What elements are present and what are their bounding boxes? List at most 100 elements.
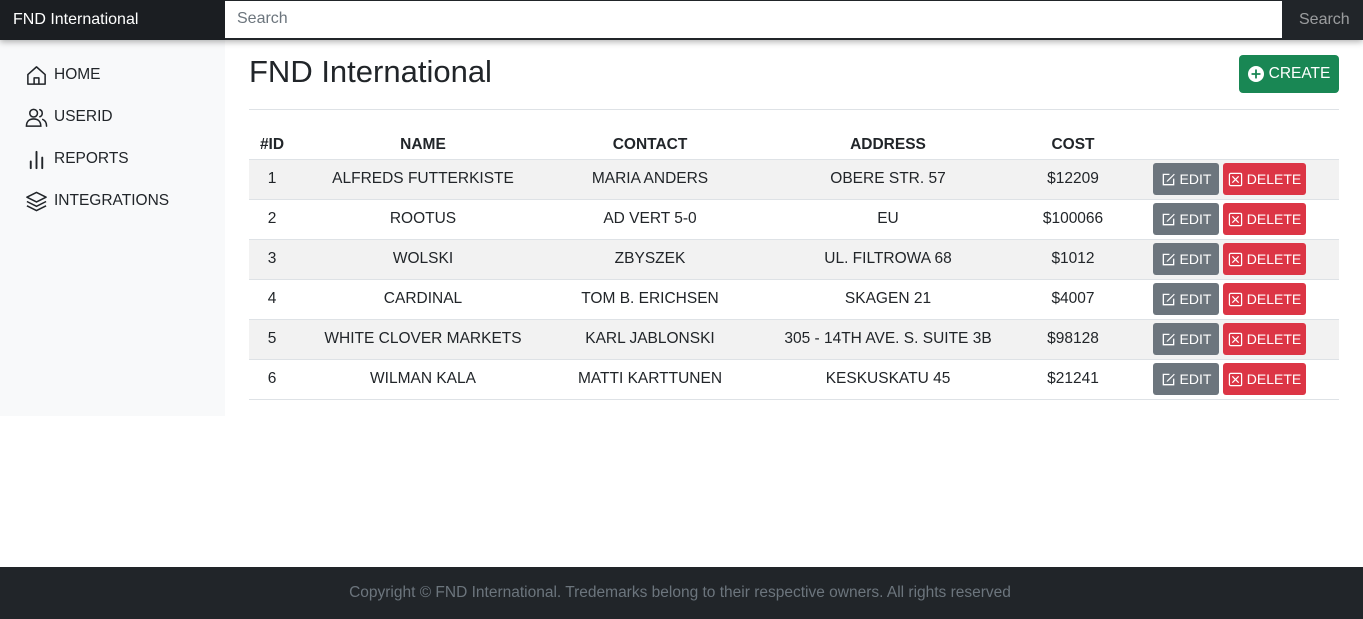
edit-button[interactable]: EDIT bbox=[1153, 163, 1219, 195]
home-icon bbox=[27, 65, 46, 85]
cell-name: WOLSKI bbox=[295, 238, 551, 279]
edit-button[interactable]: EDIT bbox=[1153, 363, 1219, 395]
page-header: FND International CREATE bbox=[249, 40, 1339, 110]
page-title: FND International bbox=[249, 53, 492, 89]
cell-id: 2 bbox=[249, 198, 295, 239]
table-header-row: #ID NAME CONTACT ADDRESS COST bbox=[249, 132, 1339, 159]
cell-id: 5 bbox=[249, 318, 295, 359]
delete-button[interactable]: DELETE bbox=[1223, 163, 1306, 195]
sidebar-item-label: REPORTS bbox=[54, 150, 129, 167]
table-row: 1 ALFREDS FUTTERKISTE MARIA ANDERS OBERE ST… bbox=[249, 158, 1339, 199]
edit-button-label: EDIT bbox=[1179, 371, 1212, 387]
header-actions bbox=[1119, 132, 1339, 159]
delete-button[interactable]: DELETE bbox=[1223, 363, 1306, 395]
search-button[interactable]: Search bbox=[1299, 11, 1350, 29]
row-actions: EDIT DELETE bbox=[1119, 323, 1339, 355]
cell-cost: $98128 bbox=[1027, 318, 1119, 359]
sidebar-item-label: INTEGRATIONS bbox=[54, 192, 170, 209]
edit-icon bbox=[1162, 253, 1175, 265]
cell-actions: EDIT DELETE bbox=[1119, 318, 1339, 359]
row-actions: EDIT DELETE bbox=[1119, 283, 1339, 315]
row-actions: EDIT DELETE bbox=[1119, 363, 1339, 395]
x-square-icon bbox=[1228, 332, 1242, 346]
header-cost: COST bbox=[1051, 136, 1095, 154]
delete-button-label: DELETE bbox=[1246, 171, 1302, 187]
edit-button-label: EDIT bbox=[1179, 251, 1212, 267]
cell-contact: KARL JABLONSKI bbox=[551, 318, 749, 359]
table-row: 3 WOLSKI ZBYSZEK UL. FILTROWA 68 $1012 EDIT DE… bbox=[249, 238, 1339, 279]
delete-button-label: DELETE bbox=[1246, 251, 1302, 267]
x-square-icon bbox=[1228, 212, 1242, 226]
x-square-icon bbox=[1228, 172, 1242, 186]
cell-address: UL. FILTROWA 68 bbox=[749, 238, 1027, 279]
table-row: 5 WHITE CLOVER MARKETS KARL JABLONSKI 305 -… bbox=[249, 318, 1339, 359]
table-row: 2 ROOTUS AD VERT 5-0 EU $100066 EDIT DELETE bbox=[249, 198, 1339, 239]
edit-button-label: EDIT bbox=[1179, 291, 1212, 307]
delete-button[interactable]: DELETE bbox=[1223, 243, 1306, 275]
create-button-label: CREATE bbox=[1268, 64, 1331, 82]
plus-circle-icon bbox=[1247, 65, 1264, 82]
cell-cost: $1012 bbox=[1027, 238, 1119, 279]
delete-button[interactable]: DELETE bbox=[1223, 323, 1306, 355]
search-input[interactable] bbox=[225, 0, 1282, 38]
cell-actions: EDIT DELETE bbox=[1119, 198, 1339, 239]
row-actions: EDIT DELETE bbox=[1119, 243, 1339, 275]
sidebar-item-userid[interactable]: USERID bbox=[0, 96, 225, 138]
cell-contact: ZBYSZEK bbox=[551, 238, 749, 279]
cell-name: WILMAN KALA bbox=[295, 358, 551, 400]
header-id: #ID bbox=[259, 136, 285, 154]
header-name: NAME bbox=[400, 136, 446, 154]
brand-link[interactable]: FND International bbox=[0, 0, 225, 40]
cell-id: 1 bbox=[249, 158, 295, 199]
delete-button-label: DELETE bbox=[1246, 371, 1302, 387]
cell-name: WHITE CLOVER MARKETS bbox=[295, 318, 551, 359]
copyright-text: Copyright © FND International. Tredemark… bbox=[349, 584, 1011, 601]
delete-button-label: DELETE bbox=[1246, 211, 1302, 227]
cell-actions: EDIT DELETE bbox=[1119, 278, 1339, 319]
cell-contact: MARIA ANDERS bbox=[551, 158, 749, 199]
cell-address: KESKUSKATU 45 bbox=[749, 358, 1027, 400]
edit-button[interactable]: EDIT bbox=[1153, 243, 1219, 275]
sidebar: HOME USERID REPORTS INTEGRATIONS bbox=[0, 40, 225, 416]
cell-contact: TOM B. ERICHSEN bbox=[551, 278, 749, 319]
edit-button-label: EDIT bbox=[1179, 171, 1212, 187]
header-contact: CONTACT bbox=[612, 136, 688, 154]
delete-button[interactable]: DELETE bbox=[1223, 283, 1306, 315]
cell-name: CARDINAL bbox=[295, 278, 551, 319]
cell-address: EU bbox=[749, 198, 1027, 239]
cell-id: 3 bbox=[249, 238, 295, 279]
cell-cost: $4007 bbox=[1027, 278, 1119, 319]
edit-button[interactable]: EDIT bbox=[1153, 283, 1219, 315]
main-content: FND International CREATE #ID NAME CONTAC… bbox=[249, 40, 1339, 400]
row-actions: EDIT DELETE bbox=[1119, 203, 1339, 235]
sidebar-item-label: HOME bbox=[54, 66, 101, 83]
sidebar-item-reports[interactable]: REPORTS bbox=[0, 138, 225, 180]
cell-id: 4 bbox=[249, 278, 295, 319]
x-square-icon bbox=[1228, 252, 1242, 266]
cell-cost: $100066 bbox=[1027, 198, 1119, 239]
sidebar-item-label: USERID bbox=[54, 108, 113, 125]
users-icon bbox=[25, 108, 48, 127]
footer: Copyright © FND International. Tredemark… bbox=[0, 567, 1363, 619]
edit-button[interactable]: EDIT bbox=[1153, 203, 1219, 235]
delete-button-label: DELETE bbox=[1246, 331, 1302, 347]
cell-contact: AD VERT 5-0 bbox=[551, 198, 749, 239]
cell-address: 305 - 14TH AVE. S. SUITE 3B bbox=[749, 318, 1027, 359]
edit-icon bbox=[1162, 173, 1175, 185]
records-table: #ID NAME CONTACT ADDRESS COST 1 ALFREDS F… bbox=[249, 132, 1339, 400]
cell-address: OBERE STR. 57 bbox=[749, 158, 1027, 199]
delete-button-label: DELETE bbox=[1246, 291, 1302, 307]
header-address: ADDRESS bbox=[850, 136, 926, 154]
top-navbar: FND International Search bbox=[0, 0, 1363, 40]
create-button[interactable]: CREATE bbox=[1239, 54, 1339, 93]
sidebar-item-integrations[interactable]: INTEGRATIONS bbox=[0, 180, 225, 222]
sidebar-item-home[interactable]: HOME bbox=[0, 54, 225, 96]
cell-id: 6 bbox=[249, 358, 295, 400]
edit-button-label: EDIT bbox=[1179, 331, 1212, 347]
delete-button[interactable]: DELETE bbox=[1223, 203, 1306, 235]
cell-address: SKAGEN 21 bbox=[749, 278, 1027, 319]
edit-button[interactable]: EDIT bbox=[1153, 323, 1219, 355]
table-row: 4 CARDINAL TOM B. ERICHSEN SKAGEN 21 $4007 ED… bbox=[249, 278, 1339, 319]
table-row: 6 WILMAN KALA MATTI KARTTUNEN KESKUSKATU 45… bbox=[249, 358, 1339, 400]
layers-icon bbox=[26, 191, 47, 211]
